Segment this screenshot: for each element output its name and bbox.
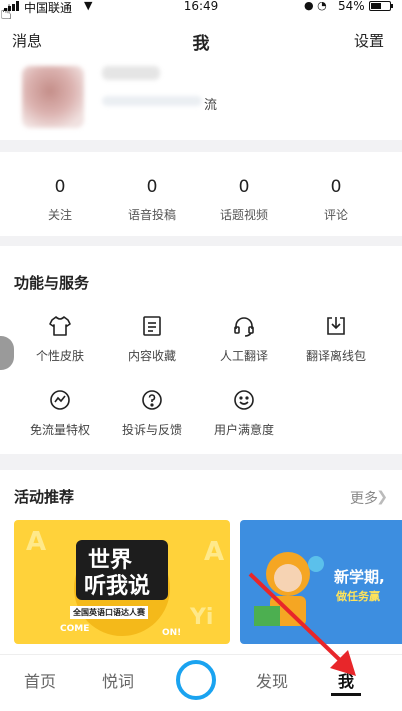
- voice-button[interactable]: [176, 660, 216, 700]
- stat-value: 0: [238, 177, 250, 197]
- service-label: 内容收藏: [127, 349, 176, 363]
- stat-comments[interactable]: 0 评论: [286, 152, 386, 223]
- chevron-right-icon: ❯: [376, 489, 388, 505]
- section-title: 活动推荐: [14, 488, 75, 506]
- smiley-icon: [234, 390, 254, 410]
- tshirt-icon: [49, 316, 71, 336]
- alarm-lock-icons: ● ◔: [304, 0, 327, 12]
- top-header: 消息 我 设置: [0, 14, 402, 62]
- service-feedback[interactable]: 投诉与反馈: [104, 388, 200, 438]
- service-free-data[interactable]: 免流量特权: [12, 388, 108, 438]
- tab-me[interactable]: 我: [338, 668, 354, 692]
- bottom-tab-bar: 首页 悦词 发现 我: [0, 654, 402, 711]
- stat-label: 评论: [323, 208, 348, 222]
- service-label: 用户满意度: [213, 423, 274, 437]
- battery-percent: 54%: [338, 0, 365, 13]
- stat-follow[interactable]: 0 关注: [10, 152, 110, 223]
- banner1-badge-come: COME: [60, 624, 90, 634]
- activity-banner-speech-contest[interactable]: A A Yi 世界 听我说 全国英语口语达人赛 COME ON!: [14, 520, 230, 644]
- service-skin[interactable]: 个性皮肤: [12, 314, 108, 364]
- svg-text:A: A: [204, 537, 224, 567]
- tab-home[interactable]: 首页: [24, 668, 56, 692]
- stat-value: 0: [146, 177, 158, 197]
- stat-voice-posts[interactable]: 0 语音投稿: [102, 152, 202, 223]
- service-human-translation[interactable]: 人工翻译: [196, 314, 292, 364]
- svg-text:A: A: [26, 527, 46, 557]
- service-label: 翻译离线包: [305, 349, 366, 363]
- blur-overlay: [10, 62, 208, 140]
- service-offline-pack[interactable]: 翻译离线包: [288, 314, 384, 364]
- banner2-headline-1: 新学期,: [334, 568, 385, 586]
- stat-value: 0: [54, 177, 66, 197]
- download-icon: [327, 317, 345, 335]
- services-section: 功能与服务 个性皮肤 内容收藏 人工翻译 翻译离线包 免流量特权 投诉与反馈 用…: [0, 246, 402, 454]
- service-label: 投诉与反馈: [121, 423, 182, 437]
- banner1-tagline: 全国英语口语达人赛: [70, 606, 148, 619]
- service-satisfaction[interactable]: 用户满意度: [196, 388, 292, 438]
- activities-section: 活动推荐 更多 ❯ A A Yi 世界 听我说 全国英语口语达人赛 COME O…: [0, 470, 402, 654]
- stat-label: 关注: [47, 208, 72, 222]
- stat-topic-videos[interactable]: 0 话题视频: [194, 152, 294, 223]
- stat-label: 语音投稿: [127, 208, 176, 222]
- settings-button[interactable]: 设置: [354, 30, 384, 51]
- section-title: 功能与服务: [14, 274, 90, 292]
- stats-row: 0 关注 0 语音投稿 0 话题视频 0 评论: [0, 152, 402, 236]
- banner1-headline-2: 听我说: [84, 574, 151, 599]
- page-title: 我: [192, 34, 210, 54]
- profile-subtitle-suffix: 流: [204, 98, 218, 113]
- active-tab-indicator: [331, 693, 361, 696]
- hand-cursor-icon: ☝: [0, 0, 13, 24]
- service-label: 个性皮肤: [35, 349, 84, 363]
- question-icon: [142, 390, 162, 410]
- headset-icon: [234, 317, 254, 337]
- tab-yueci[interactable]: 悦词: [102, 668, 134, 692]
- tab-discover[interactable]: 发现: [256, 668, 288, 692]
- more-link[interactable]: 更多: [350, 488, 378, 508]
- battery-icon: [369, 1, 393, 11]
- stat-label: 话题视频: [219, 208, 268, 222]
- banner1-badge-on: ON!: [162, 628, 182, 638]
- activity-banner-new-semester[interactable]: 新学期, 做任务赢: [240, 520, 402, 644]
- banner2-headline-2: 做任务赢: [336, 590, 380, 603]
- stat-value: 0: [330, 177, 342, 197]
- activity-icon: [50, 390, 70, 410]
- status-bar: 中国联通 ▼ 16:49 ● ◔ 54%: [0, 0, 402, 15]
- profile-card[interactable]: 流: [0, 62, 402, 140]
- service-label: 免流量特权: [29, 423, 90, 437]
- service-favorites[interactable]: 内容收藏: [104, 314, 200, 364]
- svg-text:Yi: Yi: [189, 605, 213, 630]
- service-label: 人工翻译: [219, 349, 268, 363]
- document-icon: [143, 316, 161, 336]
